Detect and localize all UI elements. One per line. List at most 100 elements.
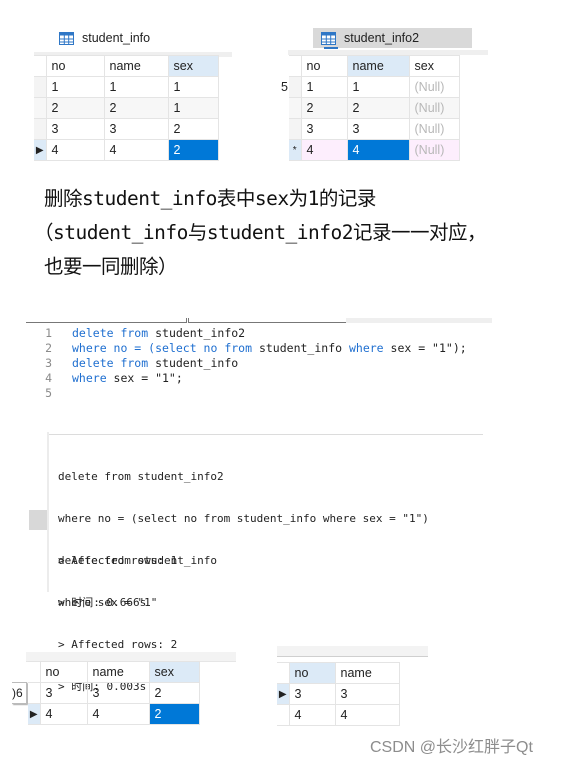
new-row-asterisk-icon[interactable]: *: [289, 139, 302, 161]
row-marker[interactable]: [34, 118, 47, 140]
table-row-current[interactable]: ▶ 3 3: [277, 683, 400, 705]
cell[interactable]: 4: [86, 703, 150, 725]
table-row[interactable]: 3 3 2: [34, 118, 219, 140]
cell[interactable]: 4: [334, 704, 400, 726]
cell[interactable]: 1: [167, 97, 219, 119]
row-marker[interactable]: [34, 76, 47, 98]
heading-line-3: 也要一同删除）: [44, 255, 178, 278]
cell-null[interactable]: (Null): [408, 76, 460, 98]
table-row-new[interactable]: * 4 4 (Null): [289, 139, 460, 161]
code-line[interactable]: 1 delete from student_info2: [26, 326, 492, 341]
output-gutter: [47, 432, 49, 592]
cell[interactable]: 2: [103, 97, 169, 119]
output-line: delete from student_info: [58, 554, 217, 567]
sql-text: sex = "1";: [106, 371, 183, 385]
line-number: 3: [45, 356, 52, 370]
cell[interactable]: 2: [300, 97, 348, 119]
table-row[interactable]: 3 3 (Null): [289, 118, 460, 140]
cell[interactable]: 4: [300, 139, 348, 161]
column-header-no[interactable]: no: [39, 661, 88, 683]
cell[interactable]: 3: [86, 682, 150, 704]
sql-text: student_info: [148, 356, 239, 370]
table-row-current[interactable]: ▶ 4 4 2: [34, 139, 219, 161]
cell[interactable]: 4: [45, 139, 105, 161]
cell[interactable]: 1: [103, 76, 169, 98]
column-header-no[interactable]: no: [300, 55, 348, 77]
cell[interactable]: 4: [39, 703, 88, 725]
cell[interactable]: 4: [288, 704, 336, 726]
cell-selected[interactable]: 2: [167, 139, 219, 161]
cell-selected[interactable]: 4: [346, 139, 410, 161]
code-line[interactable]: 5: [26, 386, 492, 401]
cell[interactable]: 2: [167, 118, 219, 140]
row-marker[interactable]: [289, 97, 302, 119]
sql-keyword: where: [348, 341, 384, 355]
cell-selected[interactable]: 2: [148, 703, 200, 725]
cell[interactable]: 1: [346, 76, 410, 98]
code-line[interactable]: 4 where sex = "1";: [26, 371, 492, 386]
cell[interactable]: 3: [103, 118, 169, 140]
table1-title-text: student_info: [82, 31, 151, 45]
row-marker: [277, 662, 290, 684]
cell-null[interactable]: (Null): [408, 139, 460, 161]
result2-header-row: no name: [277, 662, 400, 684]
cell[interactable]: 1: [167, 76, 219, 98]
column-header-sex[interactable]: sex: [148, 661, 200, 683]
row-marker: [28, 661, 41, 683]
result2-grid: no name ▶ 3 3 4 4: [277, 662, 400, 726]
sql-keyword: delete from: [72, 356, 149, 370]
cell[interactable]: 2: [148, 682, 200, 704]
column-header-no[interactable]: no: [45, 55, 105, 77]
cell[interactable]: 4: [103, 139, 169, 161]
table2-title[interactable]: student_info2: [313, 28, 472, 48]
current-row-arrow-icon[interactable]: ▶: [277, 683, 290, 705]
row-marker[interactable]: [289, 118, 302, 140]
table-row-current[interactable]: ▶ 4 4 2: [28, 703, 200, 725]
watermark: CSDN @长沙红胖子Qt: [370, 739, 533, 756]
table2-grid: no name sex 1 1 (Null) 2 2 (Null) 3 3 (N…: [289, 55, 460, 161]
sql-text: student_info2: [148, 326, 246, 340]
cell[interactable]: 2: [346, 97, 410, 119]
column-header-name[interactable]: name: [346, 55, 410, 77]
column-header-no[interactable]: no: [288, 662, 336, 684]
current-row-arrow-icon[interactable]: ▶: [34, 139, 47, 161]
table-row[interactable]: 2 2 1: [34, 97, 219, 119]
table-row[interactable]: 1 1 (Null): [289, 76, 460, 98]
output-scroll-handle[interactable]: [29, 510, 47, 530]
table-row[interactable]: 4 4: [277, 704, 400, 726]
table-row[interactable]: 3 3 2: [28, 682, 200, 704]
current-row-arrow-icon[interactable]: ▶: [28, 703, 41, 725]
cell-null[interactable]: (Null): [408, 118, 460, 140]
row-marker[interactable]: [34, 97, 47, 119]
cell-null[interactable]: (Null): [408, 97, 460, 119]
table1-title[interactable]: student_info: [59, 28, 150, 48]
cell[interactable]: 3: [45, 118, 105, 140]
sql-keyword: where no = (: [72, 341, 156, 355]
row-marker[interactable]: [28, 682, 41, 704]
row-marker[interactable]: [289, 76, 302, 98]
column-header-name[interactable]: name: [86, 661, 150, 683]
code-line[interactable]: 2 where no = (select no from student_info…: [26, 341, 492, 356]
column-header-sex[interactable]: sex: [408, 55, 460, 77]
sql-editor[interactable]: 1 delete from student_info2 2 where no = (s…: [26, 326, 492, 402]
output-line: where sex = "1": [58, 596, 158, 609]
table-row[interactable]: 2 2 (Null): [289, 97, 460, 119]
output-top-border: [49, 434, 483, 435]
cell[interactable]: 3: [334, 683, 400, 705]
column-header-name[interactable]: name: [334, 662, 400, 684]
row-marker[interactable]: [277, 704, 290, 726]
cell[interactable]: 3: [288, 683, 336, 705]
cell[interactable]: 2: [45, 97, 105, 119]
line-number: 5: [45, 386, 52, 400]
cell[interactable]: 3: [300, 118, 348, 140]
cell[interactable]: 3: [346, 118, 410, 140]
column-header-name[interactable]: name: [103, 55, 169, 77]
column-header-sex[interactable]: sex: [167, 55, 219, 77]
table-row[interactable]: 1 1 1: [34, 76, 219, 98]
cell[interactable]: 3: [39, 682, 88, 704]
code-line[interactable]: 3 delete from student_info: [26, 356, 492, 371]
cell[interactable]: 1: [45, 76, 105, 98]
sql-keyword: where: [72, 371, 107, 385]
active-tab-indicator: [324, 47, 338, 49]
cell[interactable]: 1: [300, 76, 348, 98]
